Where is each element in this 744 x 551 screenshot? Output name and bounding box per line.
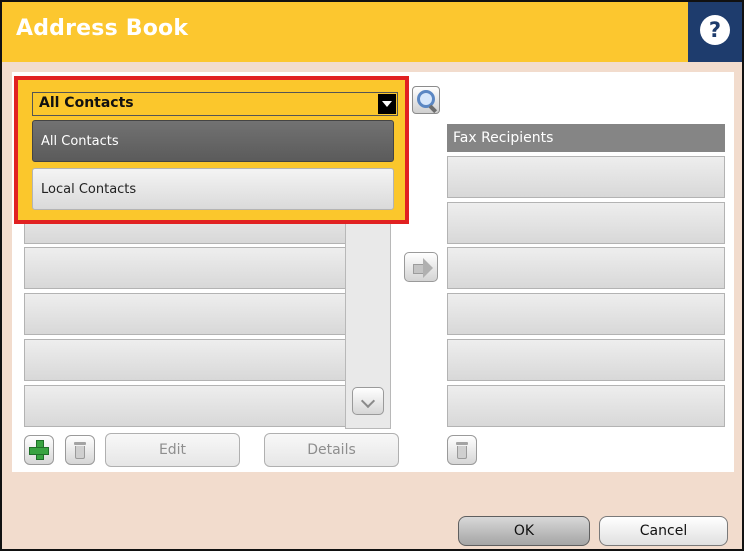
fax-recipient-row[interactable] xyxy=(447,293,725,335)
fax-recipient-row[interactable] xyxy=(447,156,725,198)
dropdown-option-all-contacts[interactable]: All Contacts xyxy=(32,120,394,162)
trash-icon xyxy=(74,442,86,445)
contacts-dropdown-select[interactable]: All Contacts xyxy=(32,92,398,116)
cancel-button[interactable]: Cancel xyxy=(599,516,728,546)
caret-glyph xyxy=(382,101,392,107)
title-bar: Address Book xyxy=(2,2,688,62)
ok-button[interactable]: OK xyxy=(458,516,590,546)
address-book-window: Address Book ? Fax Recipients Edit Detai… xyxy=(0,0,744,551)
trash-icon-body xyxy=(457,446,467,459)
fax-recipient-row[interactable] xyxy=(447,385,725,427)
fax-recipient-row[interactable] xyxy=(447,247,725,289)
contacts-dropdown-highlight: All Contacts All Contacts Local Contacts xyxy=(14,76,409,224)
fax-recipient-row[interactable] xyxy=(447,202,725,244)
contacts-dropdown: All Contacts All Contacts Local Contacts xyxy=(18,80,405,220)
contact-list-row[interactable] xyxy=(24,339,346,381)
edit-button[interactable]: Edit xyxy=(105,433,240,467)
remove-recipient-button[interactable] xyxy=(447,435,477,465)
add-contact-button[interactable] xyxy=(24,435,54,465)
search-icon-handle xyxy=(428,104,438,114)
arrow-right-icon-head xyxy=(423,258,433,278)
dropdown-option-local-contacts[interactable]: Local Contacts xyxy=(32,168,394,210)
window-title: Address Book xyxy=(16,16,189,41)
trash-icon xyxy=(456,442,468,445)
add-to-recipients-button[interactable] xyxy=(404,252,438,282)
fax-recipient-row[interactable] xyxy=(447,339,725,381)
contact-list-row[interactable] xyxy=(24,385,346,427)
contacts-dropdown-value: All Contacts xyxy=(39,95,134,111)
chevron-down-icon[interactable] xyxy=(378,94,396,114)
plus-icon-bar xyxy=(29,447,49,455)
help-icon: ? xyxy=(700,15,730,45)
trash-icon-body xyxy=(75,446,85,459)
delete-contact-button[interactable] xyxy=(65,435,95,465)
scroll-down-button[interactable] xyxy=(352,387,384,415)
fax-recipients-header: Fax Recipients xyxy=(447,124,725,152)
contact-list-row[interactable] xyxy=(24,293,346,335)
details-button[interactable]: Details xyxy=(264,433,399,467)
help-button[interactable]: ? xyxy=(688,2,742,62)
contact-list-row[interactable] xyxy=(24,247,346,289)
search-button[interactable] xyxy=(412,86,440,114)
